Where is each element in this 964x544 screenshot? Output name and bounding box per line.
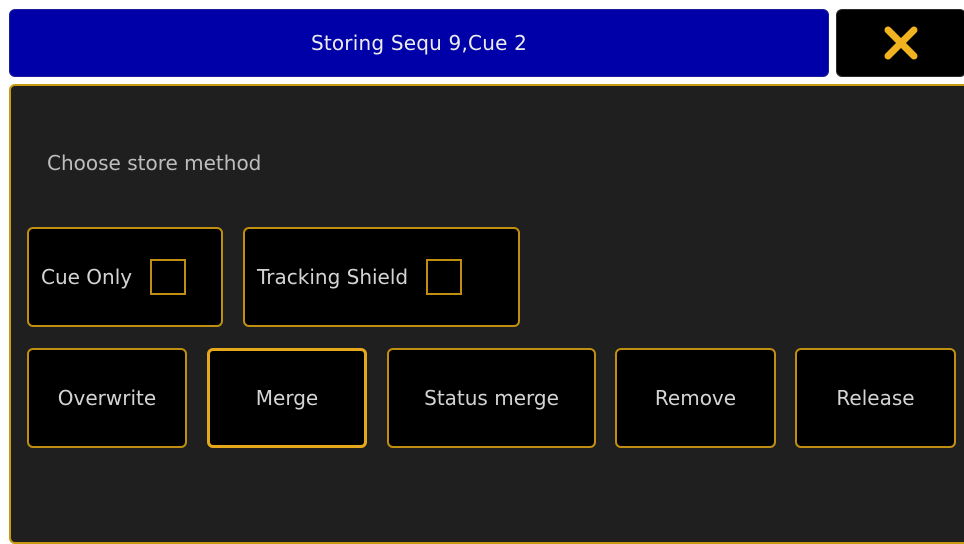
- tracking-shield-checkbox[interactable]: [426, 259, 463, 295]
- cue-only-toggle[interactable]: Cue Only: [27, 227, 223, 327]
- close-x-icon: [884, 26, 918, 60]
- cue-only-checkbox[interactable]: [150, 259, 187, 295]
- tracking-shield-toggle[interactable]: Tracking Shield: [243, 227, 520, 327]
- merge-label: Merge: [255, 386, 319, 410]
- prompt-text: Choose store method: [47, 151, 262, 175]
- close-button[interactable]: [836, 9, 964, 77]
- dialog-title: Storing Sequ 9,Cue 2: [310, 31, 528, 55]
- release-label: Release: [836, 386, 915, 410]
- release-button[interactable]: Release: [795, 348, 956, 448]
- overwrite-label: Overwrite: [57, 386, 157, 410]
- status-merge-label: Status merge: [424, 386, 559, 410]
- cue-only-label: Cue Only: [41, 265, 133, 289]
- status-merge-button[interactable]: Status merge: [387, 348, 596, 448]
- remove-label: Remove: [654, 386, 737, 410]
- dialog-title-bar: Storing Sequ 9,Cue 2: [9, 9, 829, 77]
- tracking-shield-label: Tracking Shield: [257, 265, 409, 289]
- merge-button[interactable]: Merge: [207, 348, 367, 448]
- remove-button[interactable]: Remove: [615, 348, 776, 448]
- overwrite-button[interactable]: Overwrite: [27, 348, 187, 448]
